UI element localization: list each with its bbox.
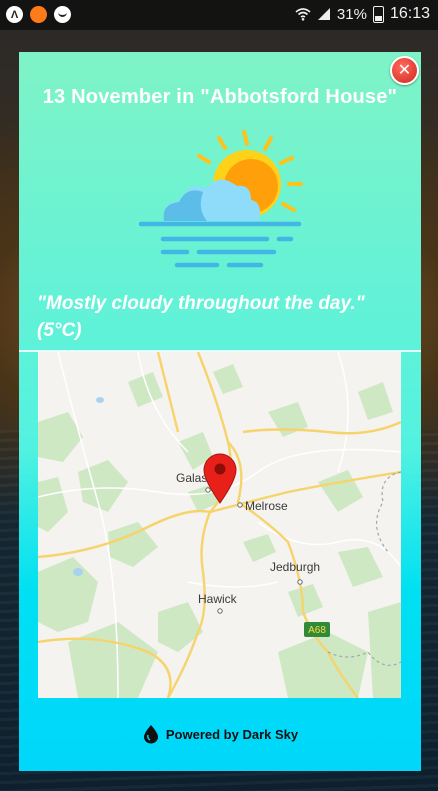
close-button[interactable]: ✕: [390, 56, 419, 85]
powered-by-text: Powered by Dark Sky: [165, 726, 299, 742]
road-shield-a68: A68: [308, 625, 326, 636]
system-icons: 31% 16:13: [295, 5, 430, 23]
map-label-jedburgh: Jedburgh: [270, 560, 320, 574]
card-title: 13 November in "Abbotsford House": [42, 86, 398, 108]
weather-summary: "Mostly cloudy throughout the day." (5°C…: [37, 293, 365, 341]
battery-icon: [372, 5, 384, 23]
map-canvas: Galashiels Melrose Jedburgh Hawick A68: [38, 352, 401, 698]
powered-by-footer[interactable]: Powered by Dark Sky: [19, 724, 421, 744]
notification-icons: Λ: [6, 6, 71, 23]
location-map[interactable]: Galashiels Melrose Jedburgh Hawick A68: [38, 352, 401, 698]
orange-dot-icon: [30, 6, 47, 23]
battery-percent: 31%: [336, 5, 367, 23]
clock: 16:13: [389, 5, 430, 22]
smiley-icon: [54, 6, 71, 23]
status-bar: Λ 31% 16:13: [0, 0, 438, 30]
wifi-icon: [295, 8, 311, 21]
signal-icon: [317, 8, 330, 20]
map-label-melrose: Melrose: [245, 499, 288, 513]
partly-cloudy-sun-icon: [139, 130, 303, 268]
a-app-icon: Λ: [6, 6, 23, 23]
weather-card: ✕ 13 November in "Abbotsford House" "Mos…: [19, 52, 421, 771]
map-label-hawick: Hawick: [198, 592, 238, 606]
dark-sky-logo-icon: [143, 725, 158, 744]
close-icon: ✕: [397, 61, 412, 79]
